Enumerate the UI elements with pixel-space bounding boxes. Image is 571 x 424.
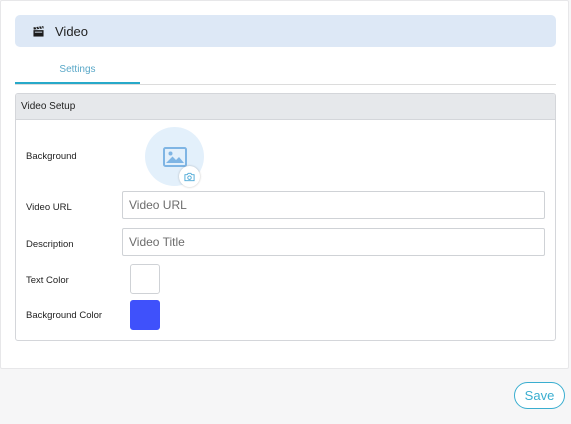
video-url-input[interactable]	[122, 191, 545, 219]
clapperboard-icon	[33, 25, 44, 37]
tab-bar: Settings	[15, 57, 556, 85]
widget-card: Video Settings Video Setup Background Vi…	[0, 0, 569, 369]
text-color-swatch[interactable]	[130, 264, 160, 294]
panel-title: Video Setup	[16, 94, 555, 120]
text-color-label: Text Color	[26, 275, 69, 286]
background-label: Background	[26, 151, 77, 162]
description-label: Description	[26, 239, 74, 250]
background-color-label: Background Color	[26, 310, 103, 321]
widget-title: Video	[55, 23, 89, 39]
video-setup-panel: Video Setup Background Video URL Descrip…	[15, 93, 556, 341]
tab-settings[interactable]: Settings	[15, 57, 140, 84]
widget-header: Video	[15, 15, 556, 47]
save-button[interactable]: Save	[514, 382, 565, 409]
video-url-label: Video URL	[26, 202, 72, 213]
background-color-swatch[interactable]	[130, 300, 160, 330]
camera-icon	[184, 172, 195, 181]
camera-upload-button[interactable]	[179, 166, 200, 187]
description-input[interactable]	[122, 228, 545, 256]
image-placeholder-icon	[162, 146, 187, 167]
